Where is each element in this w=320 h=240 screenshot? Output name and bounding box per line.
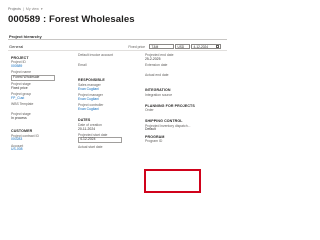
time-material-field[interactable]: T&M xyxy=(149,43,174,50)
wbs-template-field[interactable]: WBS Template xyxy=(11,103,63,111)
sales-manager-field[interactable]: Sales manager Evan Cugliani xyxy=(78,83,130,92)
breadcrumb-separator: | xyxy=(22,7,24,11)
projected-end-value[interactable]: 25-2-2025 xyxy=(145,57,197,62)
email-value[interactable] xyxy=(78,68,130,72)
date-created-field[interactable]: Date of creation 20-11-2024 xyxy=(78,123,130,132)
order-field[interactable]: Order xyxy=(145,108,197,117)
shipping-field[interactable]: Projected inventory dispatch... Default xyxy=(145,124,197,133)
project-stage2-value[interactable]: In process xyxy=(11,116,63,121)
currency-field[interactable]: USD xyxy=(175,43,190,50)
default-invoice-value[interactable] xyxy=(78,58,130,62)
program-id-field[interactable]: Program ID xyxy=(145,139,197,148)
contract-id-field[interactable]: Project contract ID 000283 xyxy=(11,134,63,143)
project-id-field[interactable]: Project ID 000589 xyxy=(11,61,63,69)
breadcrumb-my-view[interactable]: My view xyxy=(26,7,39,11)
responsible-group-header: RESPONSIBLE xyxy=(78,78,105,83)
shipping-group-header: SHIPPING CONTROL xyxy=(145,119,183,124)
tab-general[interactable]: General xyxy=(9,44,23,49)
project-stage-value[interactable]: Fixed price xyxy=(11,86,63,91)
actual-end-field[interactable]: Actual end date xyxy=(145,73,197,82)
project-name-input[interactable]: Forest Wholesale xyxy=(11,75,55,81)
projected-end-field[interactable]: Projected end date 25-2-2025 xyxy=(145,53,197,62)
column-project: PROJECT Project ID 000589 Project name F… xyxy=(11,54,63,155)
calendar-icon[interactable] xyxy=(215,45,219,49)
program-group-header: PROGRAM xyxy=(145,134,165,139)
project-stage-field[interactable]: Project stage Fixed price xyxy=(11,83,63,91)
project-group-value[interactable]: FP_Cust xyxy=(11,96,63,101)
section-title: Project hierarchy xyxy=(9,34,42,39)
breadcrumb: Projects | My view ▾ xyxy=(8,7,43,11)
dates-group-header: DATES xyxy=(78,118,91,123)
project-manager-value[interactable]: Evan Cugliani xyxy=(78,97,130,102)
account-value[interactable]: US-008 xyxy=(11,148,63,152)
order-value[interactable] xyxy=(145,113,197,117)
date-value: 4-12-2024 xyxy=(193,44,209,49)
integration-group-header: INTEGRATION xyxy=(145,88,171,93)
default-invoice-field[interactable]: Default invoice account xyxy=(78,53,130,62)
integration-source-field[interactable]: Integration source xyxy=(145,93,197,102)
projected-start-field[interactable]: Projected start date 4-12-2024 xyxy=(78,133,130,144)
project-stage2-field[interactable]: Project stage In process xyxy=(11,113,63,121)
general-tabbar: General Fixed price T&M USD 4-12-2024 xyxy=(8,43,227,51)
column-responsible: Default invoice account Email RESPONSIBL… xyxy=(78,53,130,156)
project-manager-field[interactable]: Project manager Evan Cugliani xyxy=(78,93,130,102)
project-hierarchy-section[interactable]: Project hierarchy xyxy=(8,33,227,40)
integration-source-value[interactable] xyxy=(145,98,197,102)
chevron-down-icon[interactable]: ▾ xyxy=(41,7,43,11)
project-controller-field[interactable]: Project controller Evan Cugliani xyxy=(78,103,130,112)
wbs-template-value[interactable] xyxy=(11,107,63,111)
email-field[interactable]: Email xyxy=(78,63,130,72)
date-created-value[interactable]: 20-11-2024 xyxy=(78,127,130,132)
project-controller-value[interactable]: Evan Cugliani xyxy=(78,107,130,112)
project-id-value[interactable]: 000589 xyxy=(11,64,63,69)
planning-group-header: PLANNING FOR PROJECTS xyxy=(145,103,195,108)
program-highlight-box xyxy=(144,169,201,193)
project-group-header: PROJECT xyxy=(11,56,29,60)
program-id-value[interactable] xyxy=(145,144,197,148)
customer-group-header: CUSTOMER xyxy=(11,129,33,134)
extension-date-field[interactable]: Extension date xyxy=(145,63,197,72)
account-field[interactable]: Account US-008 xyxy=(11,144,63,153)
shipping-value[interactable]: Default xyxy=(145,128,197,132)
page-title: 000589 : Forest Wholesales xyxy=(8,14,135,25)
contract-id-value[interactable]: 000283 xyxy=(11,138,63,142)
column-dates-shipping: Projected end date 25-2-2025 Extension d… xyxy=(145,53,197,150)
actual-start-field[interactable]: Actual start date xyxy=(78,145,130,154)
breadcrumb-projects[interactable]: Projects xyxy=(8,7,21,11)
actual-start-value[interactable] xyxy=(78,149,130,153)
extension-date-value[interactable] xyxy=(145,68,197,72)
project-group-field[interactable]: Project group FP_Cust xyxy=(11,93,63,101)
sales-manager-value[interactable]: Evan Cugliani xyxy=(78,87,130,92)
project-name-field[interactable]: Project name Forest Wholesale xyxy=(11,71,63,81)
fixed-price-label: Fixed price xyxy=(128,44,145,49)
projected-start-input[interactable]: 4-12-2024 xyxy=(78,137,122,144)
date-field[interactable]: 4-12-2024 xyxy=(191,43,221,50)
actual-end-value[interactable] xyxy=(145,78,197,82)
